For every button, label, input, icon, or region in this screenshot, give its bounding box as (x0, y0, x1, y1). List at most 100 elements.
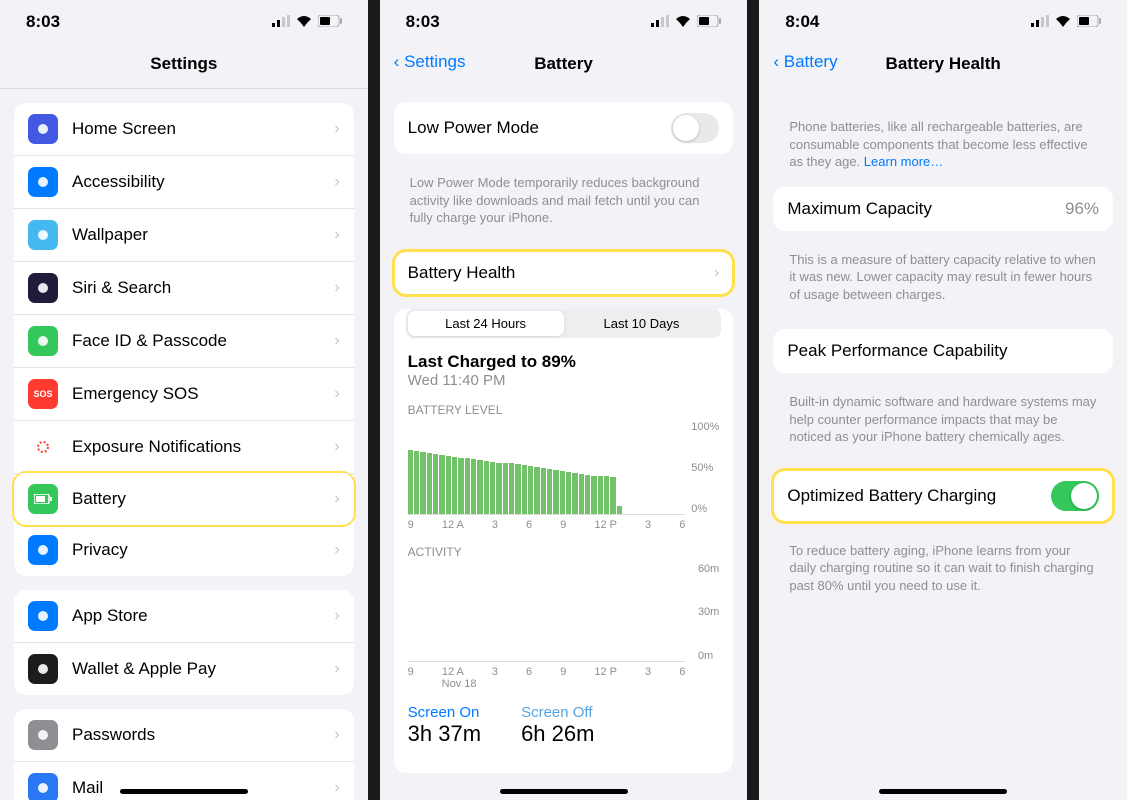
chevron-right-icon: › (334, 279, 339, 297)
chevron-right-icon: › (334, 660, 339, 678)
battery-health-row[interactable]: Battery Health › (394, 251, 734, 295)
wifi-icon (296, 12, 312, 32)
chevron-right-icon: › (334, 438, 339, 456)
max-capacity-row: Maximum Capacity 96% (773, 187, 1113, 231)
chevron-right-icon: › (714, 264, 719, 282)
settings-list[interactable]: Home Screen›Accessibility›Wallpaper›Siri… (0, 89, 368, 800)
battery-icon (28, 484, 58, 514)
peak-perf-row[interactable]: Peak Performance Capability (773, 329, 1113, 373)
last-charged-sub: Wed 11:40 PM (408, 372, 720, 389)
home-indicator[interactable] (879, 789, 1007, 794)
row-label: Home Screen (72, 119, 334, 139)
wifi-icon (1055, 12, 1071, 32)
opt-toggle[interactable] (1051, 481, 1099, 511)
signal-icon (1031, 12, 1049, 32)
page-title: Settings (150, 54, 217, 73)
screen-on-block: Screen On 3h 37m (408, 704, 481, 747)
row-label: Wallpaper (72, 225, 334, 245)
status-right (272, 12, 342, 32)
status-time: 8:03 (26, 12, 60, 32)
sos-icon: SOS (28, 379, 58, 409)
settings-row[interactable]: SOS Emergency SOS› (14, 368, 354, 421)
back-button[interactable]: ‹ Battery (773, 52, 837, 72)
settings-row[interactable]: Exposure Notifications› (14, 421, 354, 474)
lpm-toggle[interactable] (671, 113, 719, 143)
row-label: Battery (72, 489, 334, 509)
chevron-right-icon: › (334, 490, 339, 508)
intro-text: Phone batteries, like all rechargeable b… (773, 88, 1113, 173)
page-title: Battery Health (886, 54, 1001, 73)
back-label: Battery (784, 52, 838, 71)
wallet-icon (28, 654, 58, 684)
row-label: Wallet & Apple Pay (72, 659, 334, 679)
screen-on-value: 3h 37m (408, 721, 481, 747)
optimized-charging-row[interactable]: Optimized Battery Charging (773, 470, 1113, 522)
chart-title-activity: ACTIVITY (394, 531, 734, 563)
chevron-right-icon: › (334, 726, 339, 744)
passwords-icon (28, 720, 58, 750)
peak-label: Peak Performance Capability (787, 341, 1099, 361)
title-bar: ‹ Settings Battery (380, 42, 748, 88)
status-right (651, 12, 721, 32)
chevron-right-icon: › (334, 173, 339, 191)
appstore-icon (28, 601, 58, 631)
lpm-description: Low Power Mode temporarily reduces backg… (394, 168, 734, 229)
status-right (1031, 12, 1101, 32)
home-indicator[interactable] (120, 789, 248, 794)
home-screen-icon (28, 114, 58, 144)
settings-row[interactable]: Face ID & Passcode› (14, 315, 354, 368)
screen-battery: 8:03 ‹ Settings Battery Low Power Mode L… (380, 0, 748, 800)
chevron-right-icon: › (334, 385, 339, 403)
screen-off-value: 6h 26m (521, 721, 594, 747)
chevron-right-icon: › (334, 779, 339, 797)
settings-row[interactable]: Passwords› (14, 709, 354, 762)
signal-icon (272, 12, 290, 32)
settings-row[interactable]: App Store› (14, 590, 354, 643)
screen-off-label: Screen Off (521, 704, 594, 721)
screen-battery-health: 8:04 ‹ Battery Battery Health Phone batt… (759, 0, 1127, 800)
row-label: Emergency SOS (72, 384, 334, 404)
settings-row[interactable]: Privacy› (14, 524, 354, 576)
learn-more-link[interactable]: Learn more… (864, 154, 943, 169)
chart-title-level: BATTERY LEVEL (394, 389, 734, 421)
accessibility-icon (28, 167, 58, 197)
maxcap-value: 96% (1065, 199, 1099, 219)
screen-settings: 8:03 Settings Home Screen›Accessibility›… (0, 0, 368, 800)
bh-content[interactable]: Phone batteries, like all rechargeable b… (759, 88, 1127, 800)
faceid-icon (28, 326, 58, 356)
seg-last-24h[interactable]: Last 24 Hours (408, 311, 564, 336)
time-range-segment[interactable]: Last 24 Hours Last 10 Days (406, 309, 722, 338)
status-bar: 8:03 (0, 0, 368, 42)
screen-times: Screen On 3h 37m Screen Off 6h 26m (394, 690, 734, 763)
battery-content[interactable]: Low Power Mode Low Power Mode temporaril… (380, 88, 748, 800)
screen-off-block: Screen Off 6h 26m (521, 704, 594, 747)
back-button[interactable]: ‹ Settings (394, 52, 466, 72)
settings-row[interactable]: Wallet & Apple Pay› (14, 643, 354, 695)
settings-row[interactable]: Mail› (14, 762, 354, 800)
chevron-right-icon: › (334, 332, 339, 350)
low-power-mode-row[interactable]: Low Power Mode (394, 102, 734, 154)
seg-last-10d[interactable]: Last 10 Days (564, 311, 720, 336)
siri-icon (28, 273, 58, 303)
lpm-label: Low Power Mode (408, 118, 672, 138)
home-indicator[interactable] (500, 789, 628, 794)
battery-status-icon (1077, 12, 1101, 32)
title-bar: ‹ Battery Battery Health (759, 42, 1127, 88)
settings-row[interactable]: Accessibility› (14, 156, 354, 209)
signal-icon (651, 12, 669, 32)
status-bar: 8:03 (380, 0, 748, 42)
settings-row[interactable]: Home Screen› (14, 103, 354, 156)
chevron-right-icon: › (334, 120, 339, 138)
opt-desc: To reduce battery aging, iPhone learns f… (773, 536, 1113, 597)
status-time: 8:04 (785, 12, 819, 32)
page-title: Battery (534, 54, 593, 73)
battery-level-chart: 100%50%0% 912 A36912 P36 (394, 421, 734, 531)
opt-label: Optimized Battery Charging (787, 486, 1051, 506)
settings-row[interactable]: Battery› (14, 473, 354, 525)
settings-row[interactable]: Siri & Search› (14, 262, 354, 315)
row-label: Passwords (72, 725, 334, 745)
settings-row[interactable]: Wallpaper› (14, 209, 354, 262)
chevron-right-icon: › (334, 607, 339, 625)
chevron-right-icon: › (334, 541, 339, 559)
wifi-icon (675, 12, 691, 32)
